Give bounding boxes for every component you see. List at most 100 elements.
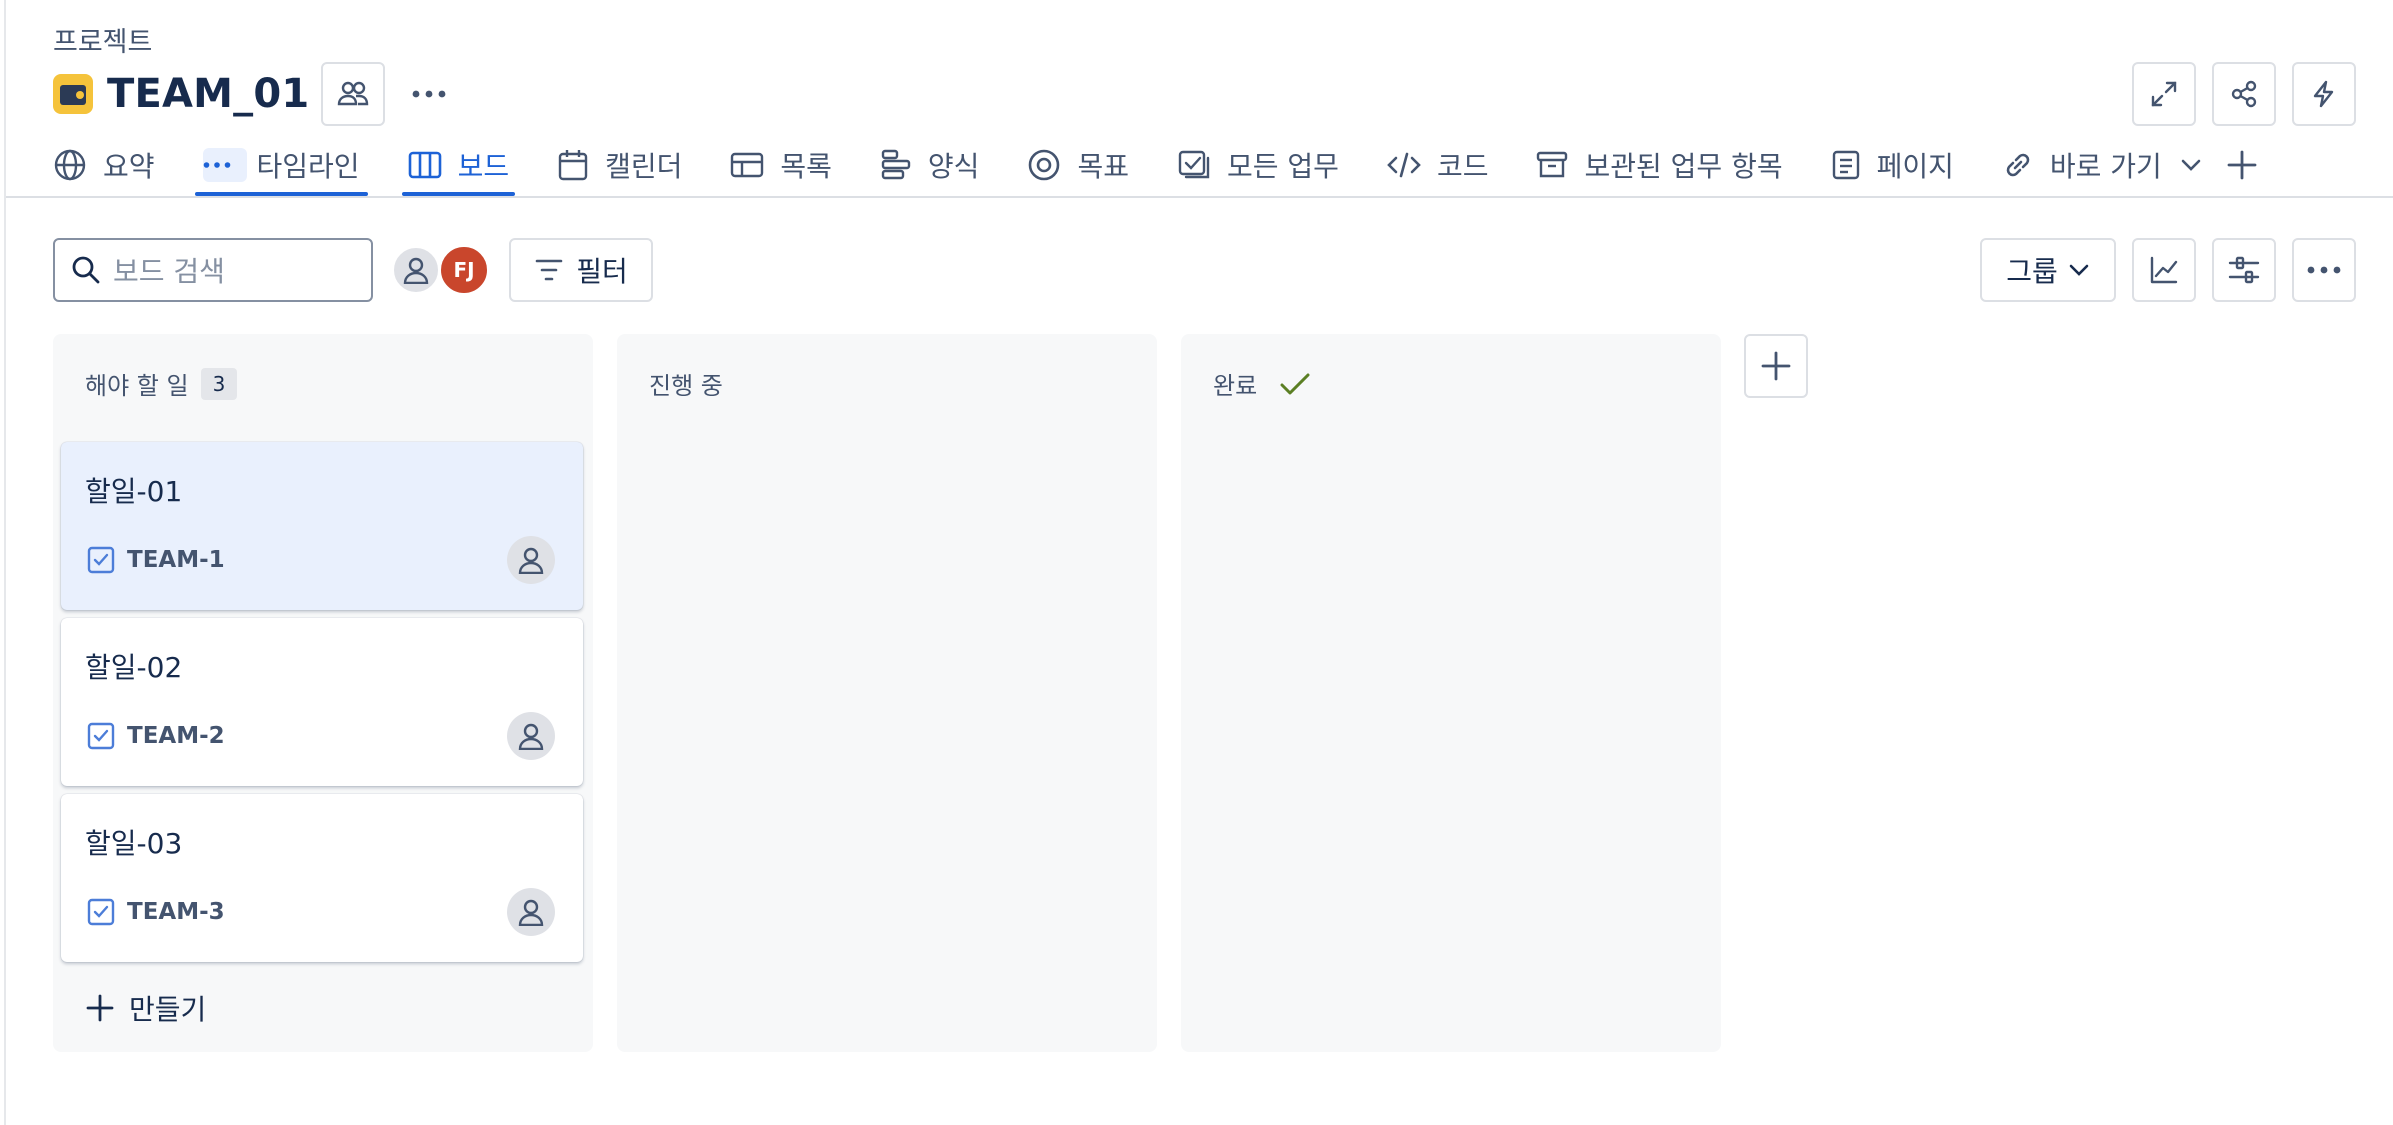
globe-icon [54, 149, 86, 181]
list-table-icon [731, 152, 764, 178]
calendar-icon [558, 150, 588, 181]
target-icon [1029, 149, 1060, 181]
more-actions-button[interactable] [397, 62, 461, 126]
card-key[interactable]: TEAM-1 [87, 546, 225, 574]
team-members-button[interactable] [321, 62, 386, 126]
tab-list[interactable]: 목록 [730, 140, 832, 190]
card-title: 할일-03 [85, 827, 183, 860]
column-title: 완료 [1213, 372, 1258, 400]
tab-pages[interactable]: 페이지 [1831, 140, 1954, 190]
chevron-down-icon [2069, 264, 2089, 276]
tab-label: 보관된 업무 항목 [1584, 150, 1783, 183]
tab-label: 보드 [457, 150, 510, 183]
tab-label: 목록 [780, 150, 832, 183]
person-icon [518, 899, 544, 926]
done-check-icon [1280, 373, 1310, 394]
tabs-divider [6, 196, 2393, 198]
project-avatar-icon [53, 74, 93, 114]
left-edge-divider [4, 0, 6, 1125]
board-more-button[interactable] [2292, 238, 2356, 302]
plus-icon [1761, 351, 1791, 381]
column-header[interactable]: 진행 중 [649, 366, 723, 401]
filter-button[interactable]: 필터 [509, 238, 653, 302]
fullscreen-button[interactable] [2132, 62, 2196, 126]
assignee-avatar[interactable] [507, 536, 555, 584]
issue-key: TEAM-1 [127, 547, 225, 573]
column-header[interactable]: 완료 [1213, 366, 1311, 401]
card-title: 할일-01 [85, 475, 183, 508]
project-tabs: 요약 타임라인 보드 캘린더 목록 양식 목표 모든 업무 코드 보관된 업무 … [53, 140, 2274, 196]
tab-label: 코드 [1436, 150, 1489, 183]
automation-button[interactable] [2292, 62, 2356, 126]
tab-label: 바로 가기 [2049, 150, 2162, 183]
page-title: TEAM_01 [107, 71, 310, 117]
add-tab-button[interactable] [2226, 140, 2274, 190]
task-checkbox-icon [87, 898, 115, 926]
issue-card[interactable]: 할일-03 TEAM-3 [61, 794, 583, 962]
board-column-todo: 해야 할 일 3 할일-01 TEAM-1 할일-02 TEAM-2 할일-03… [53, 334, 593, 1052]
tab-shortcuts[interactable]: 바로 가기 [2002, 140, 2202, 190]
tab-label: 캘린더 [605, 150, 683, 183]
issue-card[interactable]: 할일-02 TEAM-2 [61, 618, 583, 786]
chevron-down-icon[interactable] [2180, 158, 2202, 172]
task-checkbox-icon [87, 722, 115, 750]
create-issue-button[interactable]: 만들기 [85, 988, 206, 1028]
issue-card[interactable]: 할일-01 TEAM-1 [61, 442, 583, 610]
expand-icon [2151, 81, 2177, 107]
search-icon [72, 256, 100, 284]
header-actions [2132, 62, 2356, 126]
board-toolbar-actions: 그룹 [1980, 238, 2356, 302]
chart-trend-icon [2150, 256, 2178, 284]
assignee-avatar[interactable] [507, 712, 555, 760]
person-icon [518, 723, 544, 750]
issue-key: TEAM-2 [127, 723, 225, 749]
group-label: 그룹 [2006, 255, 2058, 288]
person-icon [518, 547, 544, 574]
unassigned-avatar-filter[interactable] [392, 246, 440, 294]
title-row: TEAM_01 [53, 62, 461, 126]
tab-label: 모든 업무 [1226, 150, 1339, 183]
breadcrumb[interactable]: 프로젝트 [53, 20, 152, 59]
person-icon [403, 257, 429, 284]
lightning-icon [2313, 80, 2334, 108]
add-column-button[interactable] [1744, 334, 1808, 398]
column-header[interactable]: 해야 할 일 3 [85, 366, 238, 401]
archive-icon [1537, 151, 1568, 178]
column-title: 진행 중 [649, 372, 723, 400]
tab-forms[interactable]: 양식 [880, 140, 980, 190]
tab-timeline[interactable]: 타임라인 [194, 140, 368, 196]
tab-board[interactable]: 보드 [401, 140, 515, 196]
tab-archived[interactable]: 보관된 업무 항목 [1536, 140, 1783, 190]
filter-icon [535, 259, 563, 281]
board-column-in-progress: 진행 중 [617, 334, 1157, 1052]
code-icon [1387, 152, 1421, 178]
tab-all-work[interactable]: 모든 업무 [1177, 140, 1339, 190]
tab-goals[interactable]: 목표 [1027, 140, 1129, 190]
form-icon [881, 149, 911, 180]
tab-summary[interactable]: 요약 [53, 140, 155, 190]
page-icon [1832, 150, 1859, 180]
view-settings-button[interactable] [2212, 238, 2276, 302]
tab-code[interactable]: 코드 [1387, 140, 1489, 190]
share-button[interactable] [2212, 62, 2276, 126]
timeline-dots-icon [202, 148, 247, 182]
card-key[interactable]: TEAM-2 [87, 722, 225, 750]
user-avatar-filter[interactable]: FJ [438, 244, 490, 296]
card-key[interactable]: TEAM-3 [87, 898, 225, 926]
card-title: 할일-02 [85, 651, 183, 684]
people-icon [338, 81, 369, 106]
board-icon [408, 151, 441, 179]
assignee-avatar[interactable] [507, 888, 555, 936]
tab-label: 타임라인 [256, 150, 360, 183]
issue-count-badge: 3 [200, 367, 238, 400]
all-work-icon [1178, 150, 1210, 179]
search-placeholder: 보드 검색 [113, 255, 225, 288]
link-icon [2006, 153, 2030, 177]
board-column-done: 완료 [1181, 334, 1721, 1052]
tab-label: 양식 [927, 150, 980, 183]
group-dropdown[interactable]: 그룹 [1980, 238, 2116, 302]
more-dots-icon [2307, 266, 2341, 274]
insights-button[interactable] [2132, 238, 2196, 302]
board-search-input[interactable]: 보드 검색 [53, 238, 373, 302]
tab-calendar[interactable]: 캘린더 [557, 140, 682, 190]
